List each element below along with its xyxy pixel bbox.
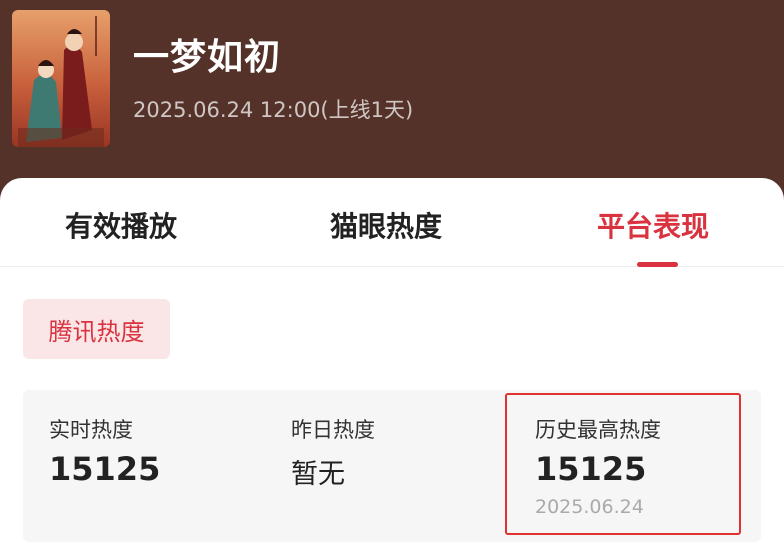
drama-header: 一梦如初 2025.06.24 12:00(上线1天)	[0, 0, 784, 200]
tab-bar: 有效播放 猫眼热度 平台表现	[0, 178, 784, 267]
realtime-heat-label: 实时热度	[49, 418, 133, 442]
drama-poster-image[interactable]	[12, 10, 110, 147]
yesterday-heat-label: 昨日热度	[291, 418, 375, 442]
history-high-highlight-box	[505, 393, 741, 535]
drama-title: 一梦如初	[133, 37, 282, 78]
release-info: 2025.06.24 12:00(上线1天)	[133, 98, 414, 122]
tab-platform-performance[interactable]: 平台表现	[597, 205, 709, 245]
tencent-heat-chip[interactable]: 腾讯热度	[23, 299, 170, 359]
yesterday-heat-value: 暂无	[291, 459, 345, 490]
tab-maoyan-heat[interactable]: 猫眼热度	[330, 205, 442, 245]
active-tab-indicator	[637, 262, 678, 267]
realtime-heat-value: 15125	[49, 450, 161, 488]
tab-effective-plays[interactable]: 有效播放	[65, 205, 177, 245]
